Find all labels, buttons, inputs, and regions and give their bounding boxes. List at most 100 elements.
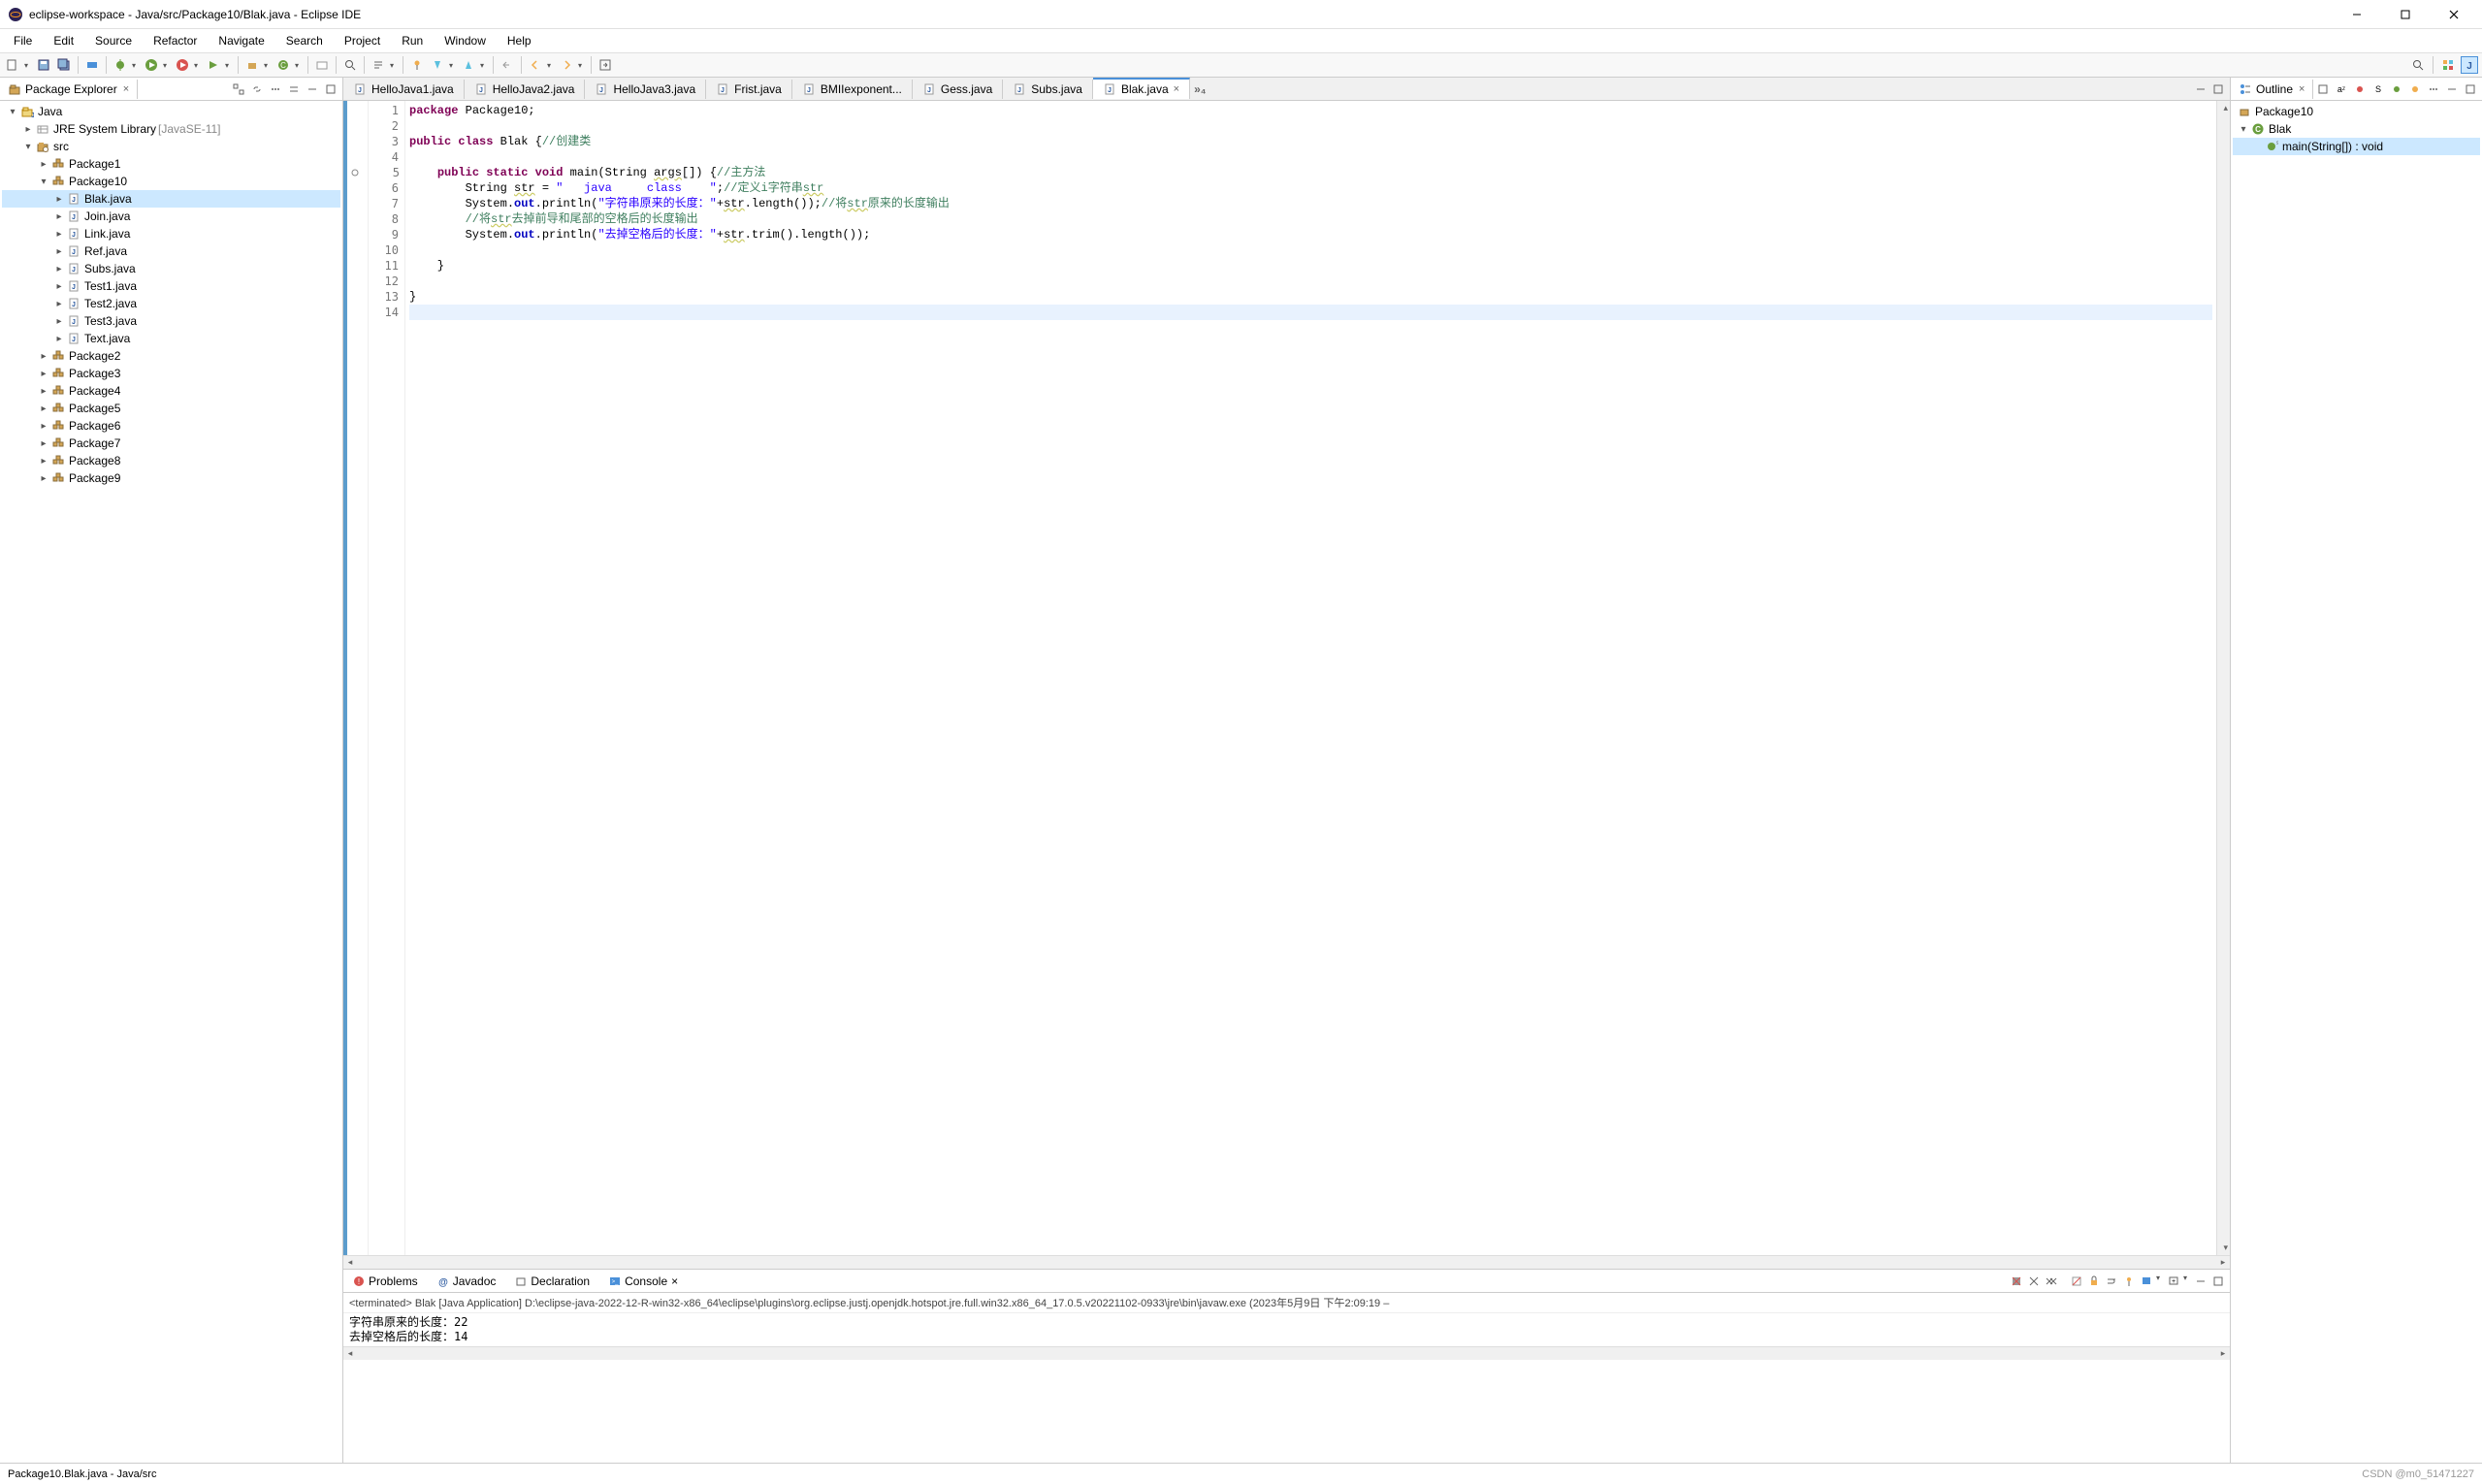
- scroll-right-icon[interactable]: ▸: [2216, 1257, 2230, 1268]
- dropdown-arrow-icon[interactable]: ▾: [449, 61, 457, 70]
- bottom-tab-javadoc[interactable]: @Javadoc: [428, 1272, 506, 1291]
- package-package6[interactable]: Package6: [2, 417, 340, 435]
- caret-icon[interactable]: [37, 473, 50, 484]
- search-button[interactable]: [341, 56, 359, 74]
- forward-button[interactable]: [558, 56, 575, 74]
- caret-icon[interactable]: [37, 438, 50, 449]
- package-package2[interactable]: Package2: [2, 347, 340, 365]
- editor-content[interactable]: 1234567891011121314 package Package10; p…: [343, 101, 2230, 1255]
- hide-fields-button[interactable]: [2352, 81, 2368, 97]
- toggle-comment-button[interactable]: [370, 56, 387, 74]
- open-console-button[interactable]: +: [2166, 1274, 2181, 1289]
- dropdown-arrow-icon[interactable]: ▾: [225, 61, 233, 70]
- file-text-java[interactable]: JText.java: [2, 330, 340, 347]
- file-link-java[interactable]: JLink.java: [2, 225, 340, 242]
- package-package8[interactable]: Package8: [2, 452, 340, 469]
- overview-ruler[interactable]: ▴ ▾: [2216, 101, 2230, 1255]
- open-perspective-button[interactable]: [2439, 56, 2457, 74]
- scroll-left-icon[interactable]: ◂: [343, 1257, 357, 1268]
- close-tab-icon[interactable]: ×: [123, 83, 129, 95]
- package-package9[interactable]: Package9: [2, 469, 340, 487]
- caret-icon[interactable]: [37, 421, 50, 432]
- dropdown-arrow-icon[interactable]: ▾: [2183, 1274, 2191, 1289]
- dropdown-arrow-icon[interactable]: ▾: [132, 61, 140, 70]
- caret-icon[interactable]: [52, 229, 66, 240]
- last-edit-button[interactable]: [499, 56, 516, 74]
- menu-refactor[interactable]: Refactor: [144, 31, 207, 50]
- new-class-button[interactable]: C: [274, 56, 292, 74]
- outline-menu-button[interactable]: [2426, 81, 2441, 97]
- file-test1-java[interactable]: JTest1.java: [2, 277, 340, 295]
- outline-tab[interactable]: Outline ×: [2231, 80, 2313, 99]
- annotation-ruler[interactable]: [347, 101, 369, 1255]
- menu-project[interactable]: Project: [335, 31, 390, 50]
- bottom-tab-problems[interactable]: !Problems: [343, 1272, 428, 1291]
- caret-icon[interactable]: [37, 369, 50, 379]
- minimize-view-button[interactable]: [2444, 81, 2460, 97]
- package-package7[interactable]: Package7: [2, 435, 340, 452]
- scroll-right-icon[interactable]: ▸: [2216, 1348, 2230, 1359]
- menu-run[interactable]: Run: [392, 31, 433, 50]
- coverage-button[interactable]: [174, 56, 191, 74]
- editor-hscrollbar[interactable]: ◂ ▸: [343, 1255, 2230, 1269]
- word-wrap-button[interactable]: [2104, 1274, 2119, 1289]
- caret-icon[interactable]: [52, 211, 66, 222]
- scroll-up-icon[interactable]: ▴: [2223, 103, 2228, 113]
- bottom-tab-declaration[interactable]: Declaration: [505, 1272, 599, 1291]
- editor-tab-blak-java[interactable]: JBlak.java×: [1093, 78, 1190, 99]
- close-button[interactable]: [2441, 5, 2466, 24]
- menu-window[interactable]: Window: [435, 31, 496, 50]
- debug-button[interactable]: [112, 56, 129, 74]
- file-test2-java[interactable]: JTest2.java: [2, 295, 340, 312]
- editor-tab-hellojava2-java[interactable]: JHelloJava2.java: [465, 80, 586, 99]
- toggle-button[interactable]: [83, 56, 101, 74]
- back-button[interactable]: [527, 56, 544, 74]
- menu-navigate[interactable]: Navigate: [209, 31, 274, 50]
- package-package5[interactable]: Package5: [2, 400, 340, 417]
- menu-file[interactable]: File: [4, 31, 42, 50]
- save-all-button[interactable]: [55, 56, 73, 74]
- terminate-all-button[interactable]: [2009, 1274, 2024, 1289]
- caret-icon[interactable]: [52, 299, 66, 309]
- console-hscrollbar[interactable]: ◂ ▸: [343, 1346, 2230, 1360]
- dropdown-arrow-icon[interactable]: ▾: [163, 61, 171, 70]
- dropdown-arrow-icon[interactable]: ▾: [194, 61, 202, 70]
- editor-tab-frist-java[interactable]: JFrist.java: [706, 80, 792, 99]
- jre-library[interactable]: JRE System Library[JavaSE-11]: [2, 120, 340, 138]
- maximize-editor-button[interactable]: [2210, 81, 2226, 97]
- sort-button[interactable]: aᶻ: [2334, 81, 2349, 97]
- maximize-view-button[interactable]: [323, 81, 338, 97]
- new-package-button[interactable]: [243, 56, 261, 74]
- editor-tab-gess-java[interactable]: JGess.java: [913, 80, 1003, 99]
- caret-icon[interactable]: [52, 334, 66, 344]
- caret-icon[interactable]: [6, 107, 19, 117]
- pin-console-button[interactable]: [2121, 1274, 2137, 1289]
- editor-tab-hellojava1-java[interactable]: JHelloJava1.java: [343, 80, 465, 99]
- file-join-java[interactable]: JJoin.java: [2, 208, 340, 225]
- remove-launch-button[interactable]: [2026, 1274, 2042, 1289]
- collapse-all-button[interactable]: [231, 81, 246, 97]
- view-menu-button[interactable]: [286, 81, 302, 97]
- quick-access-button[interactable]: [2409, 56, 2427, 74]
- link-editor-button[interactable]: [249, 81, 265, 97]
- caret-icon[interactable]: [37, 351, 50, 362]
- caret-icon[interactable]: [37, 456, 50, 467]
- dropdown-arrow-icon[interactable]: ▾: [547, 61, 555, 70]
- run-button[interactable]: [143, 56, 160, 74]
- close-tab-icon[interactable]: ×: [671, 1274, 678, 1288]
- save-button[interactable]: [35, 56, 52, 74]
- minimize-editor-button[interactable]: [2193, 81, 2208, 97]
- dropdown-arrow-icon[interactable]: ▾: [480, 61, 488, 70]
- caret-icon[interactable]: [37, 386, 50, 397]
- editor-tab-bmiiexponent-[interactable]: JBMIIexponent...: [792, 80, 913, 99]
- caret-icon[interactable]: [52, 194, 66, 205]
- caret-icon[interactable]: [2237, 124, 2250, 135]
- file-test3-java[interactable]: JTest3.java: [2, 312, 340, 330]
- tab-overflow-indicator[interactable]: »₄: [1194, 82, 1206, 96]
- caret-icon[interactable]: [52, 246, 66, 257]
- package-package3[interactable]: Package3: [2, 365, 340, 382]
- menu-edit[interactable]: Edit: [44, 31, 83, 50]
- package-package4[interactable]: Package4: [2, 382, 340, 400]
- file-ref-java[interactable]: JRef.java: [2, 242, 340, 260]
- outline-method-item[interactable]: s main(String[]) : void: [2233, 138, 2480, 155]
